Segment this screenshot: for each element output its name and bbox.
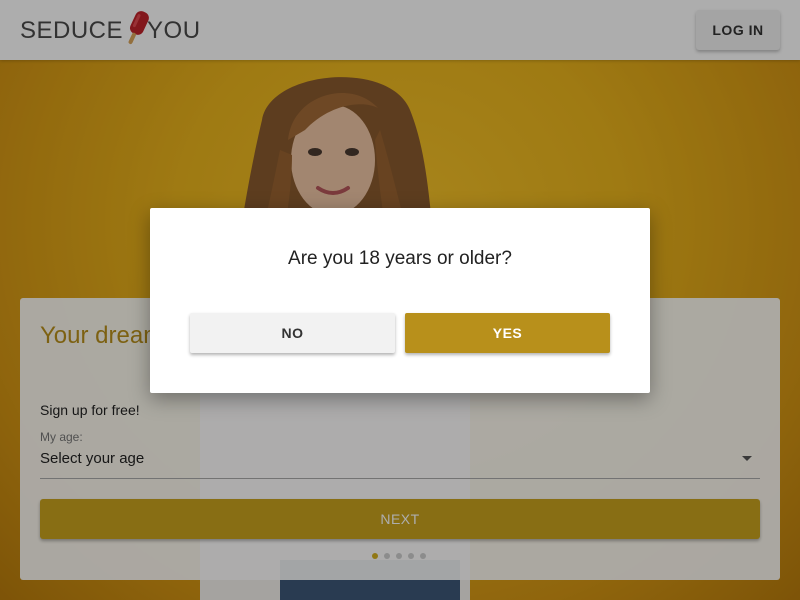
age-question: Are you 18 years or older? xyxy=(288,248,512,269)
yes-button[interactable]: YES xyxy=(405,313,610,353)
no-button[interactable]: NO xyxy=(190,313,395,353)
age-verification-dialog: Are you 18 years or older? NO YES xyxy=(150,208,650,393)
